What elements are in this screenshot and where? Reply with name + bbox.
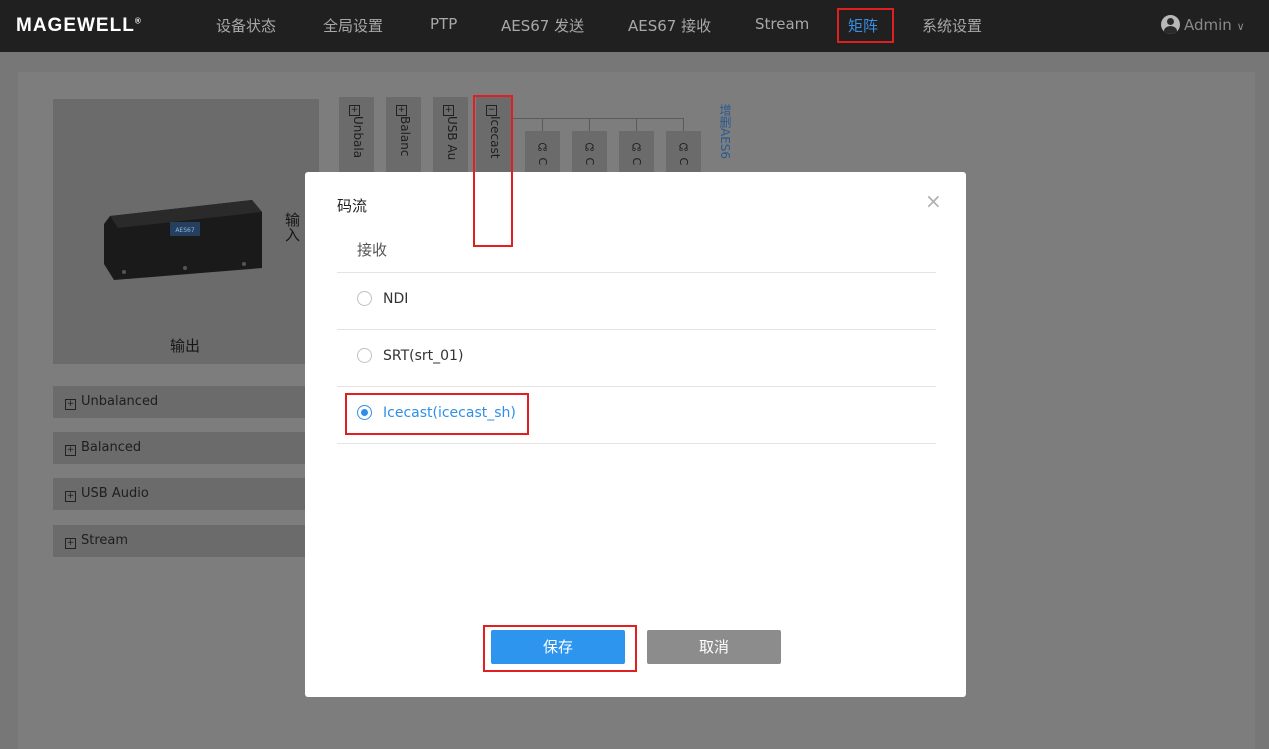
option-ndi[interactable]: NDI — [357, 291, 408, 307]
expand-icon: + — [65, 445, 76, 456]
device-caption: AES67 — [175, 227, 195, 234]
icecast-column-highlight — [473, 95, 513, 247]
divider — [337, 443, 936, 444]
device-image: AES67 — [104, 200, 262, 280]
headphone-icon: ☊ — [677, 141, 690, 154]
nav-system-settings[interactable]: 系统设置 — [922, 15, 982, 36]
divider — [337, 272, 936, 273]
chevron-down-icon: ∨ — [1236, 20, 1245, 33]
column-usb-audio[interactable]: +USB Au — [433, 97, 468, 172]
expand-icon: + — [65, 491, 76, 502]
expand-icon: + — [349, 105, 360, 116]
tree-connector — [683, 118, 684, 131]
stream-dialog: 码流 × 接收 NDI SRT(srt_01) Icecast(icecast_… — [305, 172, 966, 697]
matrix-nav-highlight — [837, 8, 894, 43]
headphone-icon: ☊ — [630, 141, 643, 154]
headphone-icon: ☊ — [536, 141, 549, 154]
input-label: 输入 — [283, 212, 301, 242]
user-menu[interactable]: Admin ∨ — [1161, 15, 1245, 34]
column-unbalanced[interactable]: +Unbala — [339, 97, 374, 172]
save-button-highlight — [483, 625, 637, 672]
expand-icon: + — [396, 105, 407, 116]
add-remove-aes67-link[interactable]: 增删AES6 — [717, 104, 734, 159]
dialog-title: 码流 — [337, 197, 368, 215]
tree-connector — [542, 118, 543, 131]
receive-section-title: 接收 — [357, 241, 388, 259]
user-name: Admin — [1184, 16, 1232, 34]
sub-column-channel[interactable]: ☊ C — [572, 131, 607, 172]
tree-connector — [589, 118, 590, 131]
radio-icon[interactable] — [357, 348, 372, 363]
selected-option-highlight — [345, 393, 529, 435]
nav-aes67-send[interactable]: AES67 发送 — [501, 15, 584, 36]
cancel-button[interactable]: 取消 — [647, 630, 781, 664]
row-stream[interactable]: + Stream — [53, 525, 305, 557]
column-balanced[interactable]: +Balanc — [386, 97, 421, 172]
nav-ptp[interactable]: PTP — [430, 15, 457, 33]
user-avatar-icon — [1161, 15, 1180, 34]
nav-device-status[interactable]: 设备状态 — [216, 15, 276, 36]
nav-global-settings[interactable]: 全局设置 — [323, 15, 383, 36]
tree-connector — [636, 118, 637, 131]
sub-column-channel[interactable]: ☊ C — [619, 131, 654, 172]
divider — [337, 329, 936, 330]
nav-stream[interactable]: Stream — [755, 15, 809, 33]
sub-column-channel[interactable]: ☊ C — [525, 131, 560, 172]
top-nav-bar: MAGEWELL® 设备状态 全局设置 PTP AES67 发送 AES67 接… — [0, 0, 1269, 52]
row-balanced[interactable]: + Balanced — [53, 432, 305, 464]
nav-aes67-receive[interactable]: AES67 接收 — [628, 15, 711, 36]
output-label: 输出 — [170, 337, 201, 355]
row-usb-audio[interactable]: + USB Audio — [53, 478, 305, 510]
magewell-logo[interactable]: MAGEWELL® — [16, 15, 142, 37]
expand-icon: + — [443, 105, 454, 116]
expand-icon: + — [65, 538, 76, 549]
close-icon[interactable]: × — [925, 189, 942, 213]
headphone-icon: ☊ — [583, 141, 596, 154]
sub-column-channel[interactable]: ☊ C — [666, 131, 701, 172]
tree-connector — [513, 118, 684, 119]
radio-icon[interactable] — [357, 291, 372, 306]
option-srt[interactable]: SRT(srt_01) — [357, 348, 463, 364]
expand-icon: + — [65, 399, 76, 410]
row-unbalanced[interactable]: + Unbalanced — [53, 386, 305, 418]
divider — [337, 386, 936, 387]
